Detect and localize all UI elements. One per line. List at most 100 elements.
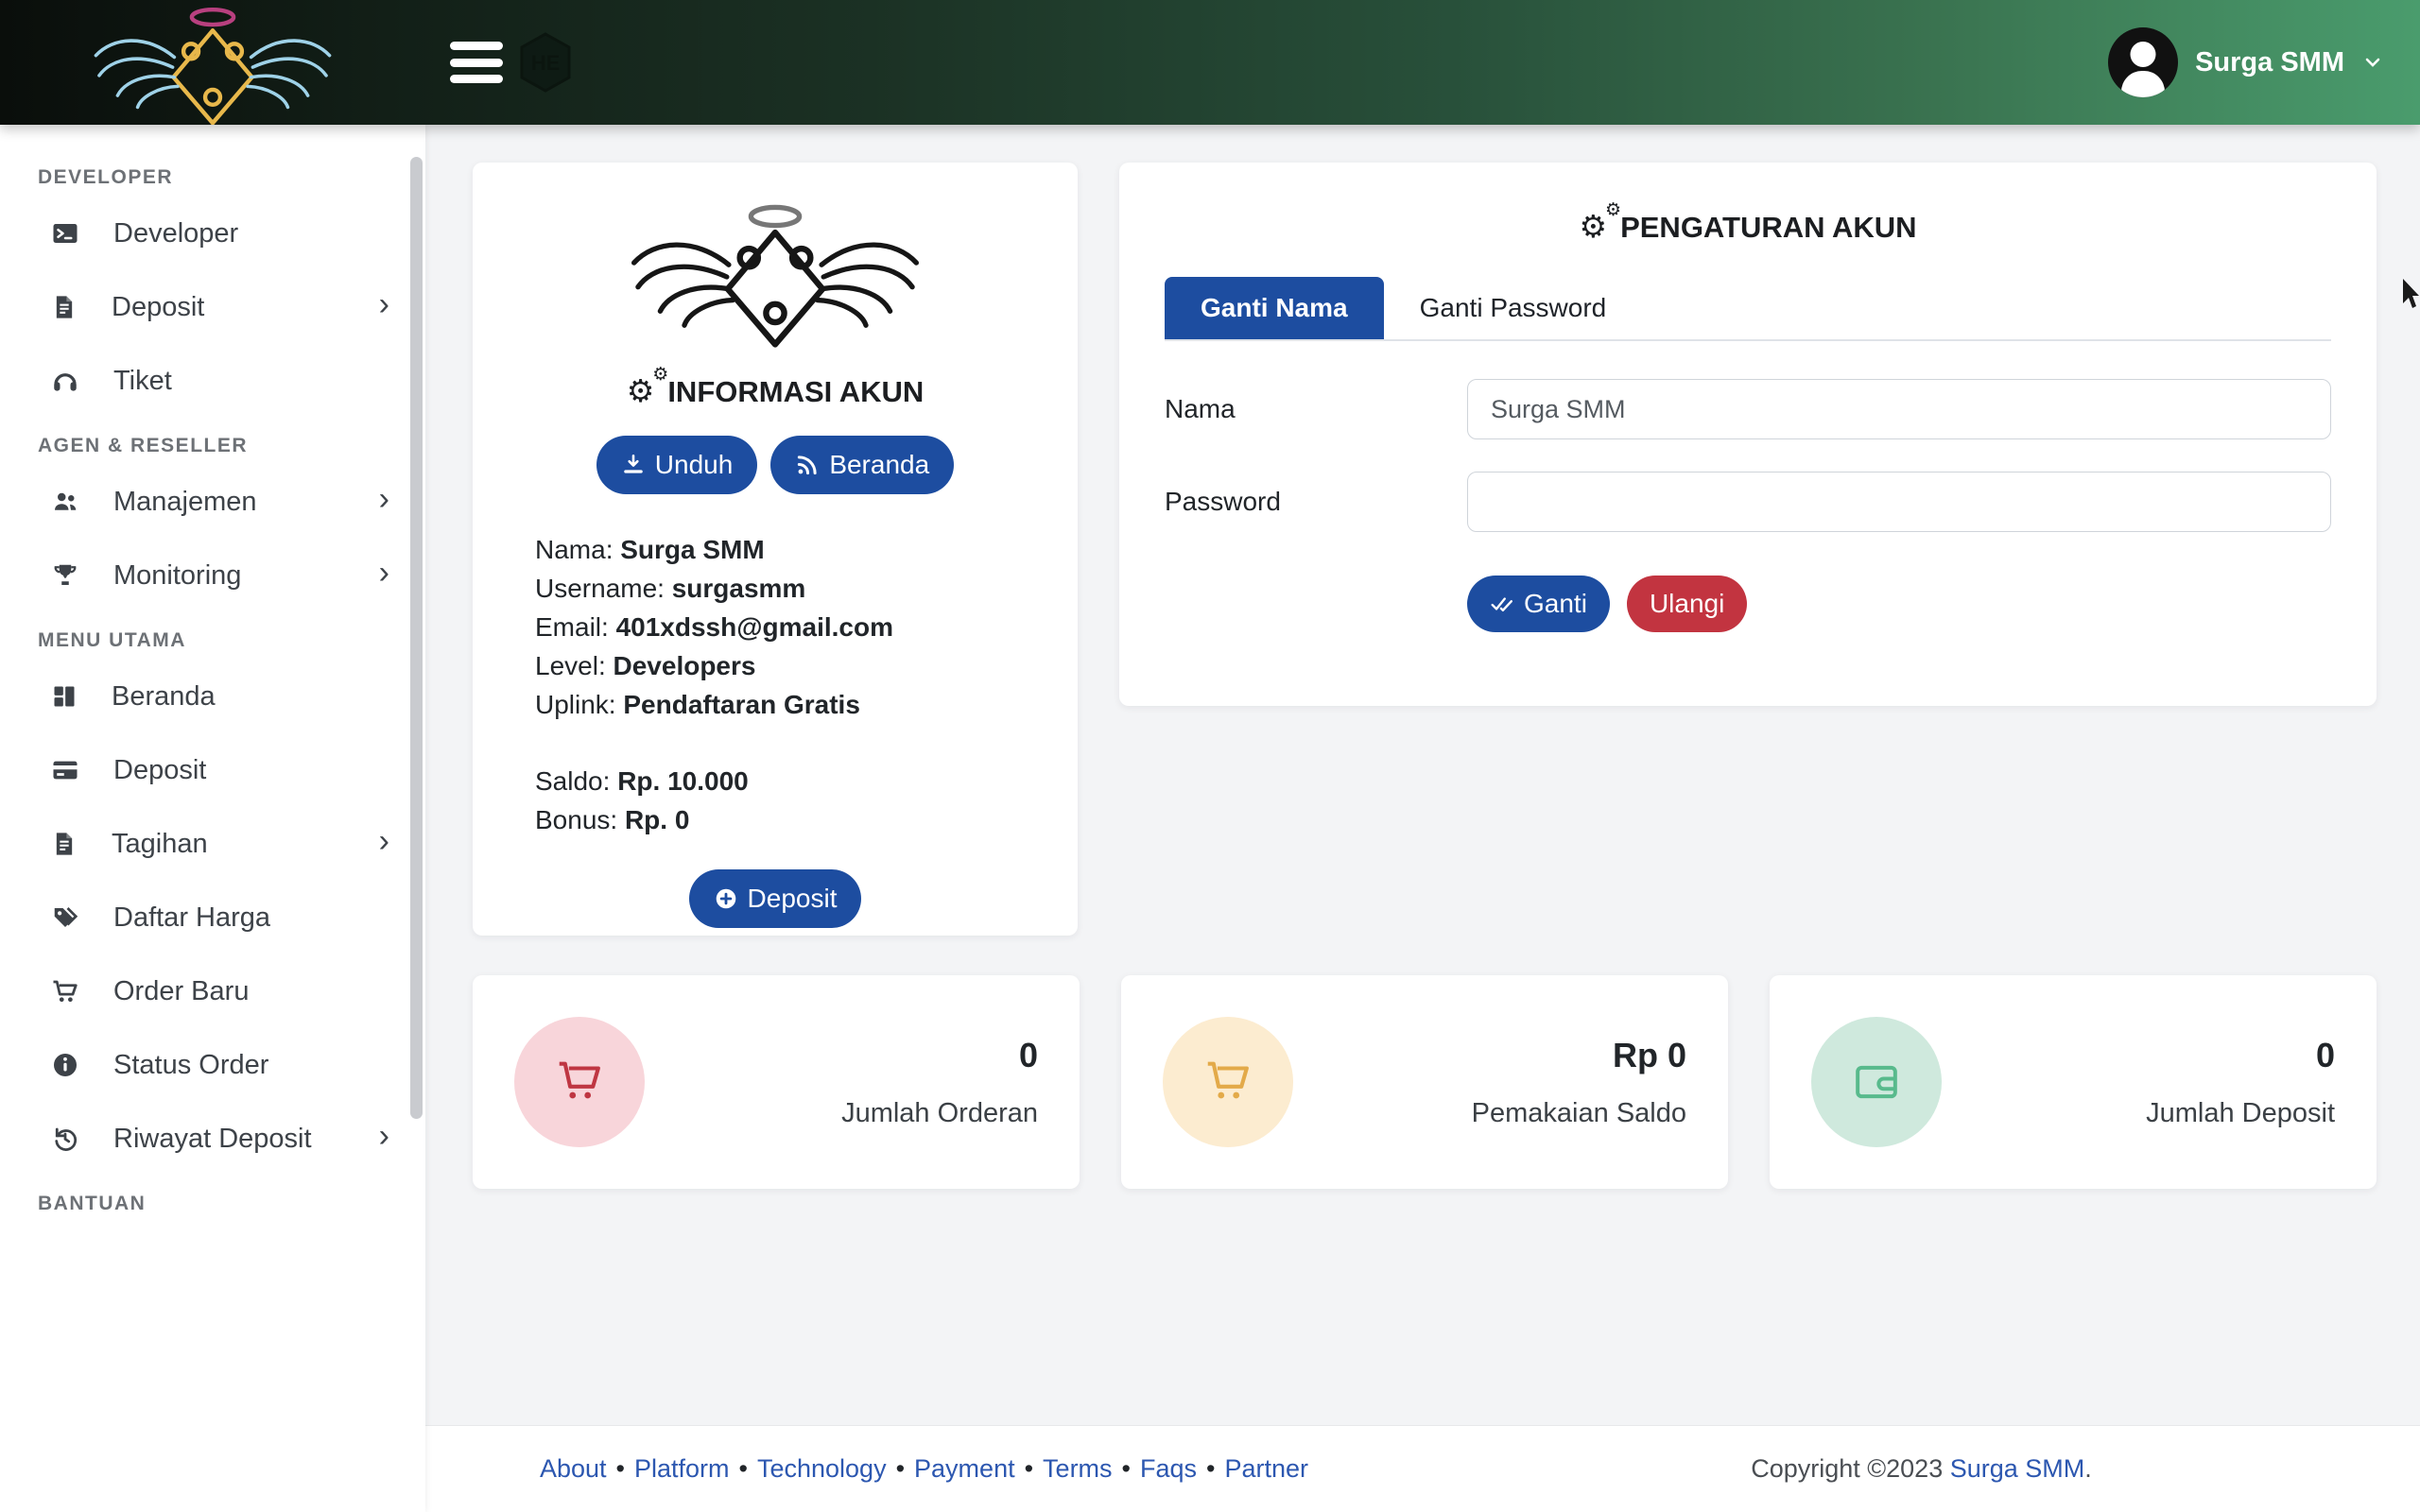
account-balance: Saldo: Rp. 10.000 Bonus: Rp. 0 [535,762,1047,839]
field-level: Level: Developers [535,646,1047,685]
sidebar-item-developer[interactable]: Developer [0,204,425,263]
brand-logo-wings-icon [87,4,338,125]
field-bonus: Bonus: Rp. 0 [535,800,1047,839]
field-email: Email: 401xdssh@gmail.com [535,608,1047,646]
sidebar-section-developer: DEVELOPER [38,166,425,189]
field-nama: Nama: Surga SMM [535,530,1047,569]
stat-label: Pemakaian Saldo [1322,1098,1686,1129]
stat-card-deposits: 0 Jumlah Deposit [1770,975,2377,1189]
footer-link-payment[interactable]: Payment [914,1454,1015,1483]
sidebar-item-deposit-dev[interactable]: Deposit › [0,278,425,336]
avatar-head [2131,42,2156,67]
sidebar-item-label: Deposit [112,292,345,323]
sidebar-section-menu-utama: MENU UTAMA [38,629,425,652]
footer: About•Platform•Technology•Payment•Terms•… [425,1425,2420,1512]
headset-icon [51,367,79,395]
footer-link-platform[interactable]: Platform [634,1454,730,1483]
plus-circle-icon [714,886,738,911]
tab-ganti-password[interactable]: Ganti Password [1384,277,1643,339]
sidebar-item-deposit-menu[interactable]: Deposit [0,741,425,799]
footer-link-partner[interactable]: Partner [1224,1454,1308,1483]
home-button[interactable]: Beranda [770,436,954,494]
dashboard-icon [51,683,78,710]
cart-icon [51,977,79,1005]
sidebar-item-order-baru[interactable]: Order Baru [0,962,425,1021]
tab-ganti-nama[interactable]: Ganti Nama [1165,277,1384,339]
tags-icon [51,903,79,932]
sidebar-item-manajemen[interactable]: Manajemen › [0,472,425,531]
copyright-period: . [2084,1454,2092,1483]
footer-link-terms[interactable]: Terms [1043,1454,1113,1483]
sidebar-item-status-order[interactable]: Status Order [0,1036,425,1094]
sidebar-item-tagihan[interactable]: Tagihan › [0,815,425,873]
sidebar-item-label: Tiket [113,366,389,397]
sidebar-item-daftar-harga[interactable]: Daftar Harga [0,888,425,947]
hamburger-bar [450,42,503,50]
footer-separator: • [1122,1454,1131,1483]
sidebar-scrollbar-thumb[interactable] [410,157,423,1119]
chevron-right-icon: › [379,1120,389,1158]
sidebar-item-riwayat-deposit[interactable]: Riwayat Deposit › [0,1109,425,1168]
account-info-title: ⚙⚙INFORMASI AKUN [503,372,1047,409]
sidebar-toggle-button[interactable] [450,42,503,83]
name-label: Nama [1165,394,1467,424]
rss-icon [795,453,820,477]
sidebar-item-label: Status Order [113,1050,389,1081]
sidebar-item-label: Beranda [112,681,389,713]
file-invoice-icon [51,293,78,321]
trophy-icon [51,561,79,590]
copyright-brand-link[interactable]: Surga SMM [1950,1454,2085,1483]
double-check-icon [1490,592,1514,616]
download-button[interactable]: Unduh [596,436,758,494]
chevron-right-icon: › [379,483,389,521]
top-navbar: HE Surga SMM [0,0,2420,125]
field-username: Username: surgasmm [535,569,1047,608]
gears-icon: ⚙⚙ [1579,208,1607,245]
settings-form: Nama Password Ganti Ulangi [1165,379,2331,632]
user-menu[interactable]: Surga SMM [2108,0,2384,125]
sidebar-item-label: Order Baru [113,976,389,1007]
footer-separator: • [896,1454,905,1483]
deposit-button[interactable]: Deposit [689,869,862,928]
footer-link-about[interactable]: About [540,1454,607,1483]
sidebar-item-monitoring[interactable]: Monitoring › [0,546,425,605]
hamburger-bar [450,75,503,83]
footer-copyright: Copyright ©2023 Surga SMM. [1423,1454,2420,1484]
cart-icon [552,1055,607,1109]
credit-card-icon [51,756,79,784]
sidebar-item-label: Deposit [113,755,389,786]
chevron-down-icon [2361,51,2384,74]
password-field[interactable] [1467,472,2331,532]
account-settings-title: ⚙⚙PENGATURAN AKUN [1165,208,2331,245]
sidebar-item-label: Riwayat Deposit [113,1124,345,1155]
chevron-right-icon: › [379,557,389,594]
submit-change-button[interactable]: Ganti [1467,576,1610,632]
sidebar-section-bantuan: BANTUAN [38,1193,425,1215]
sidebar-section-agen: AGEN & RESELLER [38,435,425,457]
stat-label: Jumlah Deposit [1970,1098,2335,1129]
footer-separator: • [1025,1454,1033,1483]
account-info-fields: Nama: Surga SMM Username: surgasmm Email… [535,530,1047,724]
avatar [2108,27,2178,97]
stat-card-orders: 0 Jumlah Orderan [473,975,1080,1189]
field-uplink: Uplink: Pendaftaran Gratis [535,685,1047,724]
cart-icon [1201,1055,1255,1109]
footer-separator: • [616,1454,625,1483]
sidebar-item-beranda[interactable]: Beranda [0,667,425,726]
footer-link-faqs[interactable]: Faqs [1140,1454,1197,1483]
avatar-body [2121,71,2165,97]
stat-card-balance-usage: Rp 0 Pemakaian Saldo [1121,975,1728,1189]
reset-button[interactable]: Ulangi [1627,576,1747,632]
users-icon [51,488,79,516]
file-invoice-icon [51,830,78,858]
stat-circle [1811,1017,1942,1147]
stat-label: Jumlah Orderan [673,1098,1038,1129]
footer-links: About•Platform•Technology•Payment•Terms•… [425,1454,1423,1484]
main-content: ⚙⚙INFORMASI AKUN Unduh Beranda [425,125,2420,1512]
sidebar-item-tiket[interactable]: Tiket [0,352,425,410]
footer-link-technology[interactable]: Technology [757,1454,887,1483]
wallet-icon [1850,1056,1903,1108]
settings-tabs: Ganti Nama Ganti Password [1165,277,2331,341]
history-icon [51,1125,79,1153]
name-field[interactable] [1467,379,2331,439]
